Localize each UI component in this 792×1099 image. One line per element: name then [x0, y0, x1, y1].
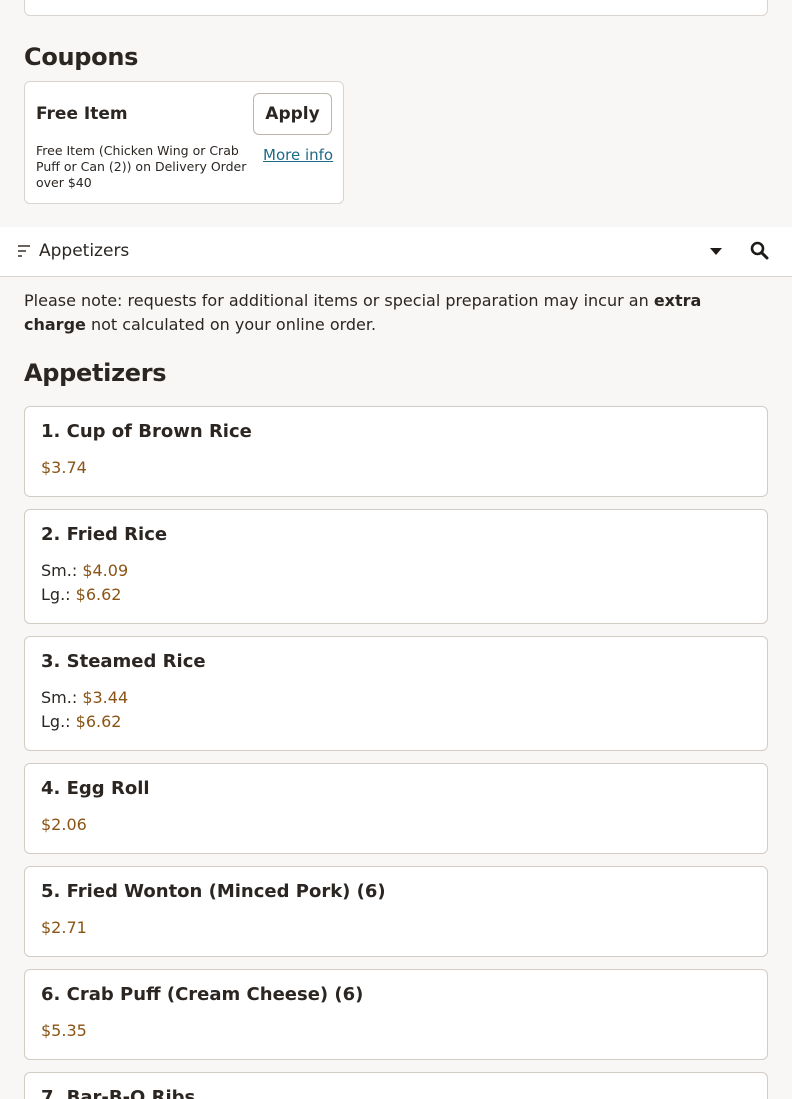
item-price: $6.62 — [75, 712, 122, 731]
item-price: $5.35 — [41, 1021, 87, 1040]
section-heading: Appetizers — [24, 359, 167, 387]
item-price: $2.06 — [41, 815, 87, 834]
menu-item-name: 2. Fried Rice — [41, 524, 168, 545]
note-text: Please note: requests for additional ite… — [24, 291, 654, 310]
category-toolbar: Appetizers — [0, 227, 792, 277]
menu-item-card[interactable]: 7. Bar-B-Q Ribs — [24, 1072, 768, 1099]
item-price: $4.09 — [82, 561, 129, 580]
apply-coupon-button[interactable]: Apply — [253, 93, 332, 135]
price-line: Sm.: $3.44 — [41, 688, 128, 707]
search-icon[interactable] — [750, 241, 769, 260]
filter-icon — [18, 245, 30, 257]
item-price: $6.62 — [75, 585, 122, 604]
item-price: $3.74 — [41, 458, 87, 477]
price-line: Lg.: $6.62 — [41, 585, 121, 604]
menu-item-name: 4. Egg Roll — [41, 778, 150, 799]
previous-section-card — [24, 0, 768, 16]
menu-item-card[interactable]: 6. Crab Puff (Cream Cheese) (6) $5.35 — [24, 969, 768, 1060]
size-label: Lg.: — [41, 585, 76, 604]
price-line: $3.74 — [41, 458, 87, 477]
menu-item-card[interactable]: 4. Egg Roll $2.06 — [24, 763, 768, 854]
price-line: Lg.: $6.62 — [41, 712, 121, 731]
menu-item-name: 5. Fried Wonton (Minced Pork) (6) — [41, 881, 386, 902]
menu-item-card[interactable]: 3. Steamed Rice Sm.: $3.44 Lg.: $6.62 — [24, 636, 768, 751]
chevron-down-icon[interactable] — [709, 246, 723, 256]
coupons-heading: Coupons — [24, 43, 139, 71]
more-info-link[interactable]: More info — [263, 146, 333, 164]
price-line: $2.06 — [41, 815, 87, 834]
category-select-label[interactable]: Appetizers — [39, 241, 129, 261]
menu-item-name: 1. Cup of Brown Rice — [41, 421, 252, 442]
coupon-card: Free Item Apply Free Item (Chicken Wing … — [24, 81, 344, 204]
menu-item-card[interactable]: 5. Fried Wonton (Minced Pork) (6) $2.71 — [24, 866, 768, 957]
menu-item-card[interactable]: 1. Cup of Brown Rice $3.74 — [24, 406, 768, 497]
menu-item-name: 6. Crab Puff (Cream Cheese) (6) — [41, 984, 364, 1005]
coupon-description: Free Item (Chicken Wing or Crab Puff or … — [36, 143, 247, 190]
price-line: Sm.: $4.09 — [41, 561, 128, 580]
menu-item-card[interactable]: 2. Fried Rice Sm.: $4.09 Lg.: $6.62 — [24, 509, 768, 624]
menu-item-name: 3. Steamed Rice — [41, 651, 206, 672]
size-label: Sm.: — [41, 688, 83, 707]
price-line: $5.35 — [41, 1021, 87, 1040]
size-label: Lg.: — [41, 712, 76, 731]
coupon-name: Free Item — [36, 104, 128, 124]
item-price: $2.71 — [41, 918, 87, 937]
price-line: $2.71 — [41, 918, 87, 937]
size-label: Sm.: — [41, 561, 83, 580]
item-price: $3.44 — [82, 688, 129, 707]
surcharge-note: Please note: requests for additional ite… — [24, 289, 768, 337]
menu-item-name: 7. Bar-B-Q Ribs — [41, 1087, 196, 1099]
note-text-end: not calculated on your online order. — [85, 315, 377, 334]
